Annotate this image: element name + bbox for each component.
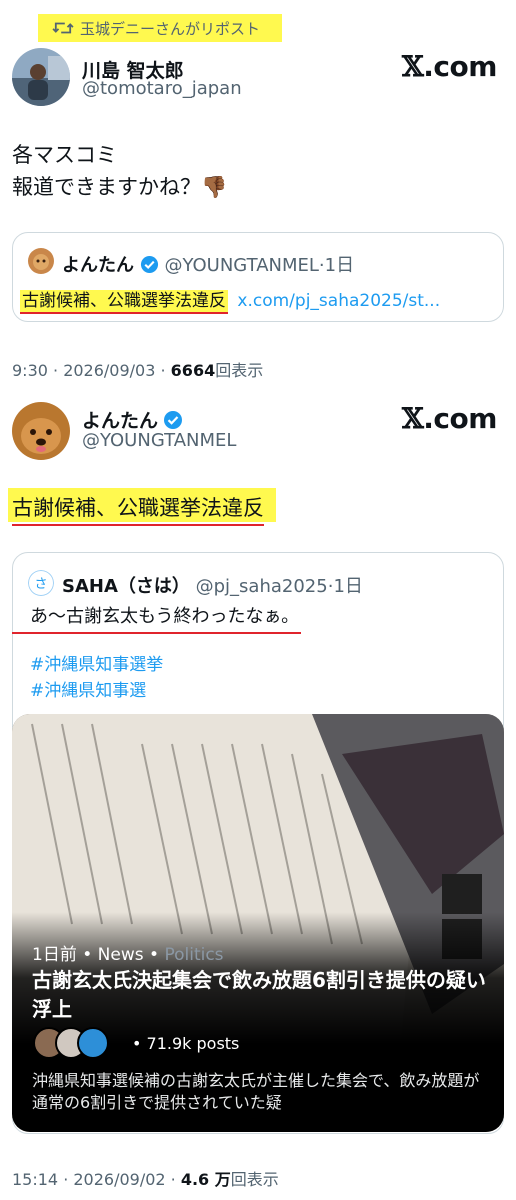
tweet-text: 古謝候補、公職選挙法違反 [12,492,264,526]
tweet-text-line-2: 報道できますかね？👎🏾 [12,175,228,199]
repost-label: 玉城デニーさんがリポスト [80,19,261,38]
author-handle[interactable]: @tomotaro_japan [82,78,242,99]
hashtag-link[interactable]: #沖縄県知事選 [30,678,146,704]
quote-age: ·1日 [318,255,355,276]
view-suffix: 回表示 [215,361,264,380]
view-suffix: 回表示 [230,1170,279,1189]
view-count: 6664 [170,361,216,380]
quote-avatar[interactable]: さ [28,570,54,596]
tweet-meta: 15:14 · 2026/09/02 · 4.6 万回表示 [12,1166,279,1190]
author-name-row: よんたん [82,406,183,433]
quote-header: よんたん @YOUNGTANMEL·1日 [62,251,354,277]
quote-text: 古謝候補、公職選挙法違反 [20,290,228,314]
tweet-timestamp[interactable]: 15:14 · 2026/09/02 · [12,1170,181,1189]
quote-header: SAHA（さは） @pj_saha2025·1日 [62,572,363,598]
quote-author-handle[interactable]: @YOUNGTANMEL [164,255,318,276]
avatar[interactable] [12,48,70,106]
quote-body: 古謝候補、公職選挙法違反 x.com/pj_saha2025/st... [20,286,440,314]
author-handle[interactable]: @YOUNGTANMEL [82,430,236,451]
news-avatars [32,1026,128,1060]
news-post-count: • 71.9k posts [132,1034,240,1053]
x-com-watermark: 𝕏.com [402,402,497,435]
svg-text:さ: さ [34,577,47,592]
view-count: 4.6 万 [180,1170,231,1189]
quote-link[interactable]: x.com/pj_saha2025/st... [237,291,440,311]
quote-text: あ〜古謝玄太もう終わったなぁ。 [12,602,302,634]
news-age: 1日前 [32,945,77,965]
x-logo-icon: 𝕏 [402,50,424,83]
news-card[interactable]: 1日前 • News • Politics 古謝玄太氏決起集会で飲み放題6割引き… [12,714,504,1132]
repost-indicator[interactable]: 玉城デニーさんがリポスト [38,14,282,42]
quote-author-handle[interactable]: @pj_saha2025 [196,576,328,597]
news-title[interactable]: 古謝玄太氏決起集会で飲み放題6割引き提供の疑い浮上 [32,966,492,1024]
author-name[interactable]: よんたん [82,410,158,432]
news-meta: 1日前 • News • Politics [32,945,224,965]
news-summary: 沖縄県知事選候補の古謝玄太氏が主催した集会で、飲み放題が通常の6割引きで提供され… [32,1071,480,1112]
avatar[interactable] [12,402,70,460]
verified-badge-icon [140,255,158,274]
quote-avatar[interactable] [28,248,54,274]
tweet-meta: 9:30 · 2026/09/03 · 6664回表示 [12,357,263,381]
tweet-timestamp[interactable]: 9:30 · 2026/09/03 · [12,361,171,380]
tweet-text-line-1: 各マスコミ [12,143,117,167]
x-logo-icon: 𝕏 [402,402,424,435]
repost-icon [52,22,74,34]
news-category[interactable]: Politics [164,945,223,965]
quote-author-name[interactable]: SAHA（さは） [62,576,190,597]
hashtag-link[interactable]: #沖縄県知事選挙 [30,652,163,678]
news-source: News [97,945,144,965]
verified-badge-icon [164,411,183,429]
quote-author-name[interactable]: よんたん [62,255,134,276]
quote-age: ·1日 [327,576,363,597]
x-com-watermark: 𝕏.com [402,50,497,83]
